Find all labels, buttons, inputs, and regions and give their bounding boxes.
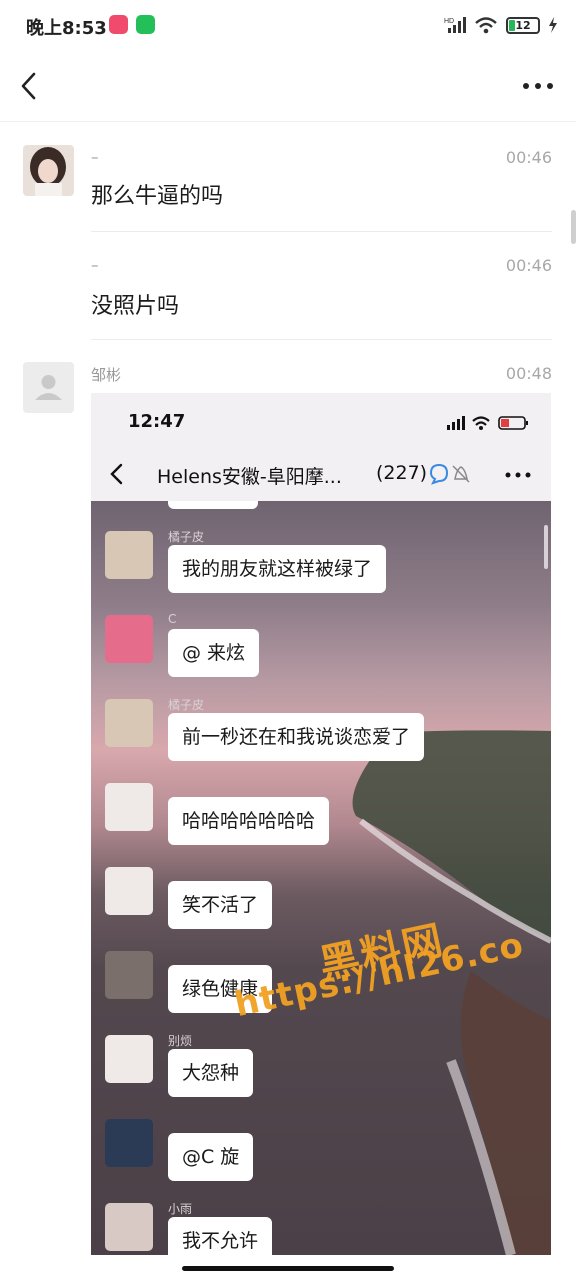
chat-message: 哈哈哈哈哈哈哈: [91, 783, 551, 863]
more-dots-icon[interactable]: [522, 74, 554, 98]
chat-bubble: 我的朋友就这样被绿了: [168, 545, 387, 593]
chevron-left-icon[interactable]: [14, 68, 46, 104]
chat-avatar: [105, 699, 153, 747]
chat-avatar: [105, 1035, 153, 1083]
avatar[interactable]: [23, 362, 74, 413]
chat-message: 橘子皮 我的朋友就这样被绿了: [91, 530, 551, 611]
status-bar: 晚上8:53 HD 12: [0, 0, 576, 52]
chat-bubble: 哈哈哈哈哈哈哈: [168, 797, 330, 845]
chat-bubble: 大怨种: [168, 1049, 254, 1097]
screenshot-scrollbar: [544, 525, 548, 569]
user-photo-icon: [23, 145, 74, 196]
screenshot-chat-title: Helens安徽-阜阳摩...: [157, 466, 342, 488]
chat-message: 橘子皮 前一秒还在和我说谈恋爱了: [91, 698, 551, 779]
message-time: 00:46: [505, 256, 552, 275]
screenshot-status-time: 12:47: [128, 411, 186, 432]
chat-bubble: 我不允许: [168, 1217, 273, 1255]
game-app-icon: [136, 15, 155, 34]
chat-message: @C 旋: [91, 1119, 551, 1199]
divider: [91, 231, 552, 232]
signal-icon: HD: [444, 17, 466, 33]
chat-avatar: [105, 867, 153, 915]
screenshot-mute-icon: [429, 463, 470, 485]
message-time: 00:48: [505, 364, 552, 383]
chat-avatar: [105, 951, 153, 999]
screenshot-nav-bar: Helens安徽-阜阳摩... (227): [91, 447, 551, 501]
home-indicator[interactable]: [182, 1266, 394, 1271]
chat-avatar: [105, 1119, 153, 1167]
network-label: HD: [444, 18, 454, 25]
message-text: 没照片吗: [91, 294, 180, 319]
screenshot-status-bar: 12:47: [91, 393, 551, 447]
divider: [91, 339, 552, 340]
chat-bubble: @ 来炫: [168, 629, 260, 677]
screenshot-more-icon: [505, 472, 531, 478]
sender-name: –: [91, 148, 99, 166]
chat-bubble: @C 旋: [168, 1133, 254, 1181]
message-item[interactable]: – 00:46 没照片吗: [0, 250, 576, 340]
shared-screenshot-image[interactable]: 12:47 Helens安徽-阜阳摩... (227) 橘子皮 我的朋友就这样被…: [91, 393, 551, 1255]
nav-bar: [0, 52, 576, 122]
chat-sender: C: [168, 612, 177, 626]
chat-sender: 橘子皮: [168, 530, 205, 544]
chat-avatar: [105, 615, 153, 663]
chat-bubble: 前一秒还在和我说谈恋爱了: [168, 713, 425, 761]
chat-sender: 橘子皮: [168, 698, 205, 712]
charging-icon: [549, 17, 557, 33]
screenshot-back-icon: [110, 463, 123, 485]
wifi-icon: [475, 17, 497, 34]
screenshot-status-icons: [447, 416, 528, 430]
chat-avatar: [105, 1203, 153, 1251]
sender-name: –: [91, 256, 99, 274]
chat-message: C @ 来炫: [91, 612, 551, 695]
avatar[interactable]: [23, 145, 74, 196]
message-item[interactable]: 邹彬 00:48: [0, 356, 576, 413]
screenshot-member-count: (227): [376, 462, 428, 484]
scrollbar[interactable]: [571, 210, 576, 244]
message-item[interactable]: – 00:46 那么牛逼的吗: [0, 140, 576, 232]
partial-bubble: [168, 501, 258, 509]
chat-message: 小雨 我不允许: [91, 1202, 551, 1255]
music-app-icon: [109, 15, 128, 34]
chat-sender: 别烦: [168, 1034, 193, 1048]
sender-name: 邹彬: [91, 366, 122, 384]
default-avatar-icon: [35, 375, 62, 400]
chat-avatar: [105, 531, 153, 579]
message-time: 00:46: [505, 148, 552, 167]
battery-indicator: 12: [506, 16, 540, 34]
chat-bubble: 笑不活了: [168, 881, 273, 929]
chat-sender: 小雨: [168, 1202, 193, 1216]
chat-message: 别烦 大怨种: [91, 1034, 551, 1115]
status-time: 晚上8:53: [26, 18, 107, 39]
message-text: 那么牛逼的吗: [91, 184, 224, 209]
chat-avatar: [105, 783, 153, 831]
